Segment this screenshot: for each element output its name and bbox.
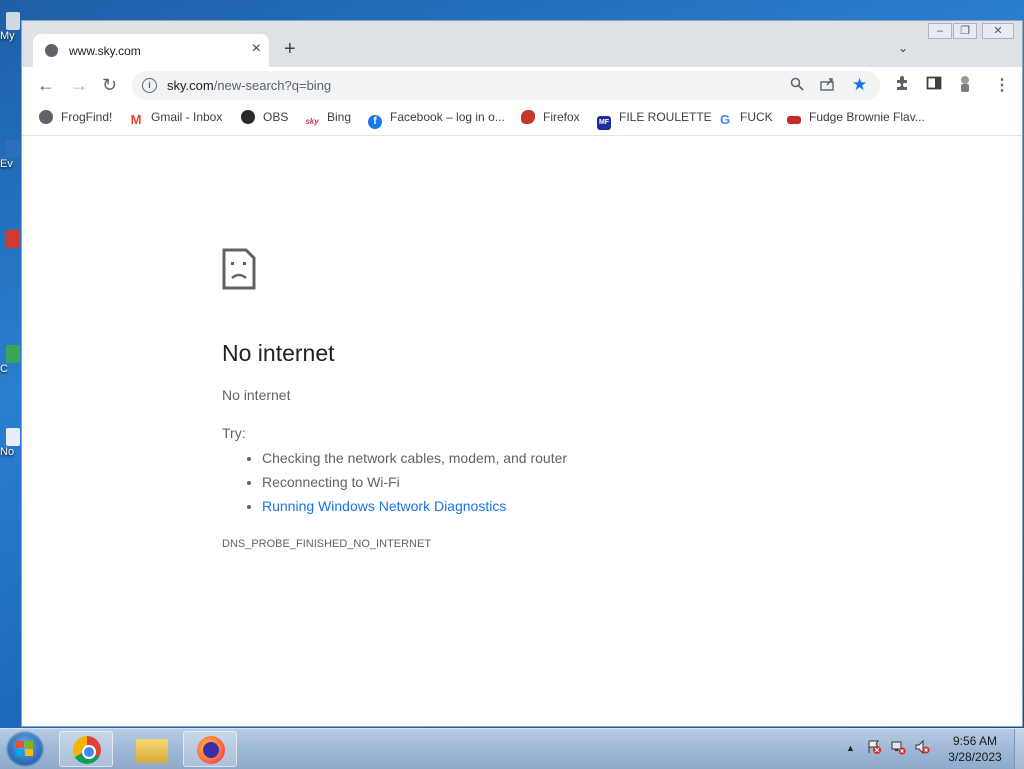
menu-kebab-icon[interactable]: ⋮ [994, 75, 1010, 95]
bookmark-google[interactable]: G FUCK [718, 110, 773, 127]
bookmark-facebook[interactable]: f Facebook – log in o... [368, 110, 505, 129]
desktop-icon-label: Ev [0, 158, 13, 170]
folder-icon [136, 739, 168, 763]
address-bar[interactable]: i sky.com/new-search?q=bing ★ [132, 71, 880, 100]
restore-button[interactable]: ❐ [953, 23, 977, 39]
desktop-icon-ev[interactable]: Ev [0, 140, 22, 170]
desktop-icon-red[interactable] [0, 230, 22, 248]
bookmark-file-roulette[interactable]: MF FILE ROULETTE [597, 110, 712, 130]
bookmark-frogfind[interactable]: FrogFind! [39, 110, 112, 124]
bookmark-label: OBS [263, 110, 289, 124]
bookmark-label: FILE ROULETTE [619, 110, 712, 124]
gmail-icon: M [130, 112, 142, 127]
url-text[interactable]: sky.com/new-search?q=bing [167, 78, 331, 93]
error-subtitle: No internet [222, 387, 291, 403]
diagnostics-link[interactable]: Running Windows Network Diagnostics [262, 498, 506, 514]
extensions-icon[interactable] [894, 75, 910, 96]
close-window-button[interactable]: ✕ [982, 23, 1014, 39]
new-tab-button[interactable]: + [284, 38, 296, 61]
google-icon: G [719, 112, 731, 127]
computer-icon [6, 12, 20, 30]
desktop-icon-no[interactable]: No [0, 428, 22, 458]
share-icon[interactable] [820, 77, 836, 94]
suggestion-item: Running Windows Network Diagnostics [262, 494, 567, 518]
bookmark-label: FUCK [740, 110, 773, 124]
back-button[interactable]: ← [37, 75, 55, 95]
taskbar-firefox[interactable] [183, 731, 237, 767]
app-icon [6, 345, 20, 363]
tab-strip: www.sky.com × + ⌄ – ❐ ✕ [22, 21, 1022, 67]
close-tab-icon[interactable]: × [252, 40, 261, 58]
start-button[interactable] [6, 731, 44, 767]
side-panel-icon[interactable] [926, 75, 942, 96]
clock-time: 9:56 AM [952, 734, 998, 748]
error-code: DNS_PROBE_FINISHED_NO_INTERNET [222, 538, 432, 550]
windows-logo-icon [16, 741, 34, 757]
network-icon[interactable] [890, 739, 906, 758]
document-icon [6, 428, 20, 446]
desktop-icon-c[interactable]: C [0, 345, 22, 375]
desktop-icon-label: My [0, 30, 15, 42]
browser-window: www.sky.com × + ⌄ – ❐ ✕ ← → ↻ i sky.com/… [21, 20, 1023, 727]
bookmark-label: Facebook – log in o... [390, 110, 505, 124]
volume-muted-icon[interactable] [914, 739, 930, 758]
suggestions-list: Checking the network cables, modem, and … [244, 446, 567, 518]
profile-avatar[interactable] [957, 75, 973, 98]
bookmark-label: FrogFind! [61, 110, 113, 124]
suggestion-item: Reconnecting to Wi-Fi [262, 470, 567, 494]
facebook-icon: f [368, 115, 382, 129]
desktop-icon-my-computer[interactable]: My [0, 12, 22, 42]
file-roulette-icon: MF [597, 116, 611, 130]
taskbar: ▲ 9:56 AM 3/28/2023 [0, 728, 1024, 769]
taskbar-chrome[interactable] [59, 731, 113, 767]
bookmarks-bar: FrogFind! M Gmail - Inbox OBS sky Bing f Fa… [22, 103, 1022, 136]
globe-icon [39, 110, 53, 124]
toolbar: ← → ↻ i sky.com/new-search?q=bing ★ ⋮ [22, 67, 1022, 103]
sky-icon: sky [305, 117, 319, 126]
fudge-icon [787, 116, 801, 124]
bookmark-gmail[interactable]: M Gmail - Inbox [129, 110, 223, 127]
show-desktop-button[interactable] [1014, 729, 1024, 769]
github-icon [241, 110, 255, 124]
tab-title: www.sky.com [69, 44, 141, 58]
error-title: No internet [222, 340, 335, 366]
bookmark-label: Fudge Brownie Flav... [809, 110, 925, 124]
forward-button[interactable]: → [70, 75, 88, 95]
search-icon[interactable] [790, 77, 804, 94]
clock[interactable]: 9:56 AM 3/28/2023 [940, 733, 1010, 765]
action-center-icon[interactable] [866, 739, 882, 758]
reload-button[interactable]: ↻ [102, 75, 117, 95]
firefox-icon [521, 110, 535, 124]
tab-active[interactable]: www.sky.com × [33, 34, 269, 67]
suggestion-item: Checking the network cables, modem, and … [262, 446, 567, 470]
bookmark-fudge-brownie[interactable]: Fudge Brownie Flav... [787, 110, 925, 124]
bookmark-firefox[interactable]: Firefox [521, 110, 580, 124]
site-info-icon[interactable]: i [142, 78, 157, 93]
desktop-icon-label: No [0, 446, 15, 458]
taskbar-explorer[interactable] [124, 731, 178, 767]
app-icon [6, 230, 20, 248]
clock-date: 3/28/2023 [948, 750, 1002, 764]
error-page: No internet No internet Try: Checking th… [22, 136, 1022, 726]
bookmark-obs[interactable]: OBS [241, 110, 288, 124]
globe-icon [45, 44, 58, 57]
sad-document-icon [222, 248, 256, 295]
bookmark-bing[interactable]: sky Bing [305, 110, 351, 129]
bookmark-label: Firefox [543, 110, 580, 124]
minimize-button[interactable]: – [928, 23, 952, 39]
bookmark-label: Gmail - Inbox [151, 110, 223, 124]
tab-search-button[interactable]: ⌄ [898, 41, 908, 55]
show-hidden-icons-button[interactable]: ▲ [846, 743, 855, 753]
app-icon [6, 140, 20, 158]
chrome-icon-center [82, 745, 96, 759]
url-host: sky.com [167, 78, 214, 93]
desktop-icon-label: C [0, 363, 8, 375]
bookmark-label: Bing [327, 110, 352, 124]
firefox-globe-icon [203, 742, 219, 758]
url-path: /new-search?q=bing [213, 78, 332, 93]
bookmark-star-icon[interactable]: ★ [852, 75, 867, 95]
try-label: Try: [222, 425, 246, 441]
